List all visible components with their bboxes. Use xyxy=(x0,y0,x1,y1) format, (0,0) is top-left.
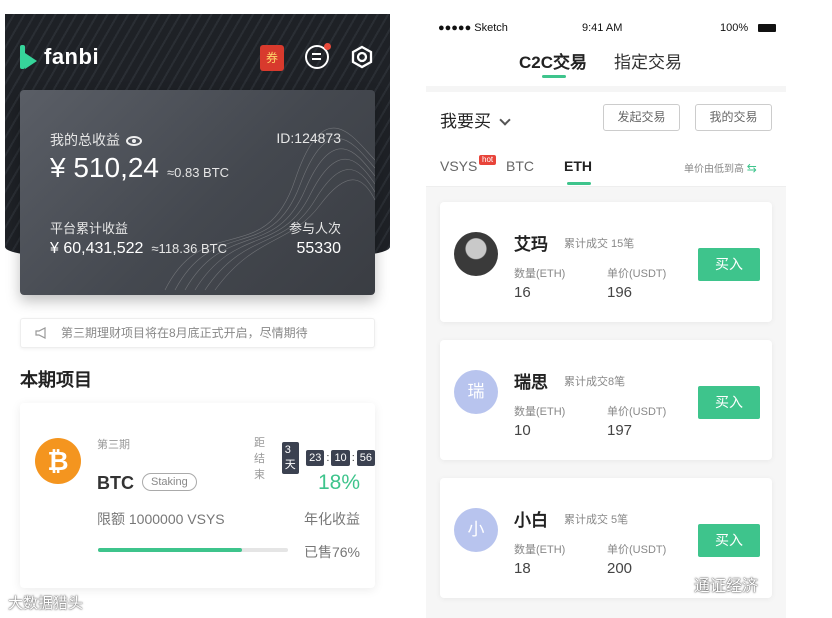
annual-rate: 18% xyxy=(317,471,360,494)
quantity-label: 数量(ETH) xyxy=(514,544,566,556)
price-value: 197 xyxy=(607,422,633,439)
earnings-card: 我的总收益 ID:124873 ¥ 510,24 ≈0.83 BTC 平台累计收益… xyxy=(20,90,375,295)
project-period: 第三期 xyxy=(97,439,130,451)
visibility-eye-icon[interactable] xyxy=(126,136,142,146)
coin-tab-eth[interactable]: ETH xyxy=(564,158,592,174)
participants-label: 参与人次 xyxy=(288,221,341,236)
user-id: ID:124873 xyxy=(276,130,341,146)
price-value: 200 xyxy=(607,560,633,577)
sold-progress-fill xyxy=(98,548,243,552)
offer-card[interactable]: 瑞 瑞思 累计成交8笔 数量(ETH) 单价(USDT) 10 197 买入 xyxy=(440,340,772,460)
avatar: 瑞 xyxy=(454,370,498,414)
fanbi-screen: fanbi 券 我的总收益 ID:124873 ¥ 510,24 ≈0.83 BT… xyxy=(0,0,395,618)
announcement-bar[interactable]: 第三期理财项目将在8月底正式开启，尽情期待 xyxy=(20,318,375,348)
quantity-label: 数量(ETH) xyxy=(514,406,566,418)
avatar xyxy=(454,232,498,276)
quantity-value: 18 xyxy=(514,560,531,577)
total-earnings-value: ¥ 510,24 ≈0.83 BTC xyxy=(50,152,230,183)
active-tab-indicator xyxy=(542,75,566,78)
countdown-days: 3天 xyxy=(281,442,300,474)
status-time: 9:41 AM xyxy=(582,22,623,34)
coin-tab-indicator xyxy=(567,182,591,185)
trader-name: 小白 xyxy=(514,511,548,530)
platform-earnings-value: ¥ 60,431,522 ≈118.36 BTC xyxy=(50,240,227,257)
trader-name: 艾玛 xyxy=(514,235,548,254)
section-title: 本期项目 xyxy=(20,370,92,390)
buy-button[interactable]: 买入 xyxy=(698,524,760,557)
notification-dot xyxy=(324,43,331,50)
quantity-label: 数量(ETH) xyxy=(514,268,566,280)
total-earnings-label: 我的总收益 xyxy=(50,130,142,150)
c2c-screen: ●●●●● Sketch 9:41 AM 100% C2C交易 指定交易 我要买… xyxy=(426,0,786,618)
watermark-right: 通证经济 xyxy=(694,578,759,595)
trader-name: 瑞思 xyxy=(514,373,548,392)
staking-tag: Staking xyxy=(142,473,197,491)
tab-designated[interactable]: 指定交易 xyxy=(614,48,682,73)
hot-badge: hot xyxy=(479,155,497,165)
project-limit: 限额 1000000 VSYS xyxy=(97,511,225,527)
avatar: 小 xyxy=(454,508,498,552)
buy-sell-dropdown[interactable]: 我要买 xyxy=(440,107,511,132)
countdown-hours: 23 xyxy=(306,450,325,466)
countdown-label: 距结束 xyxy=(254,437,265,481)
project-coin: BTC xyxy=(97,473,134,493)
price-value: 196 xyxy=(607,284,633,301)
price-label: 单价(USDT) xyxy=(607,268,667,280)
wave-decoration xyxy=(164,127,375,291)
coupon-icon[interactable]: 券 xyxy=(260,45,284,71)
countdown-minutes: 10 xyxy=(331,450,350,466)
megaphone-icon xyxy=(35,327,46,339)
price-label: 单价(USDT) xyxy=(607,544,667,556)
brand-name: fanbi xyxy=(44,44,100,69)
settings-icon[interactable] xyxy=(350,45,374,69)
total-earnings-btc: ≈0.83 BTC xyxy=(167,165,230,180)
sort-arrows-icon: ⇆ xyxy=(746,161,757,175)
trade-count: 累计成交 15笔 xyxy=(564,238,635,250)
carrier-signal: ●●●●● Sketch xyxy=(438,22,508,34)
sort-toggle[interactable]: 单价由低到高 ⇆ xyxy=(684,160,757,175)
battery-percent: 100% xyxy=(720,22,749,34)
coin-tab-vsys[interactable]: VSYS xyxy=(440,158,477,174)
battery-icon xyxy=(758,24,776,32)
divider xyxy=(426,86,786,92)
sold-percentage: 已售76% xyxy=(303,544,360,560)
my-trades-button[interactable]: 我的交易 xyxy=(695,104,772,131)
fanbi-logo-icon xyxy=(18,45,38,69)
price-label: 单价(USDT) xyxy=(607,406,667,418)
fanbi-logo: fanbi xyxy=(18,44,99,70)
sold-progress-bar xyxy=(98,548,288,552)
quantity-value: 16 xyxy=(514,284,531,301)
platform-earnings-btc: ≈118.36 BTC xyxy=(151,241,227,256)
quantity-value: 10 xyxy=(514,422,531,439)
buy-button[interactable]: 买入 xyxy=(698,386,760,419)
tab-c2c[interactable]: C2C交易 xyxy=(519,48,587,73)
buy-button[interactable]: 买入 xyxy=(698,248,760,281)
watermark-left: 大数据猎头 xyxy=(8,595,84,612)
annual-rate-label: 年化收益 xyxy=(304,511,360,527)
initiate-trade-button[interactable]: 发起交易 xyxy=(603,104,680,131)
countdown-seconds: 56 xyxy=(356,450,375,466)
announcement-text: 第三期理财项目将在8月底正式开启，尽情期待 xyxy=(61,326,308,340)
offer-card[interactable]: 艾玛 累计成交 15笔 数量(ETH) 单价(USDT) 16 196 买入 xyxy=(440,202,772,322)
project-card[interactable]: ₿ 第三期 距结束 3天 23 : 10 : 56 BTC Staking 18… xyxy=(20,403,375,588)
participants-value: 55330 xyxy=(296,240,342,257)
platform-earnings-label: 平台累计收益 xyxy=(50,221,129,236)
coin-tab-btc[interactable]: BTC xyxy=(506,158,534,174)
trade-count: 累计成交8笔 xyxy=(564,376,626,388)
chevron-down-icon xyxy=(499,114,511,126)
bitcoin-icon: ₿ xyxy=(35,438,81,484)
message-icon[interactable] xyxy=(305,43,331,69)
trade-count: 累计成交 5笔 xyxy=(564,514,629,526)
